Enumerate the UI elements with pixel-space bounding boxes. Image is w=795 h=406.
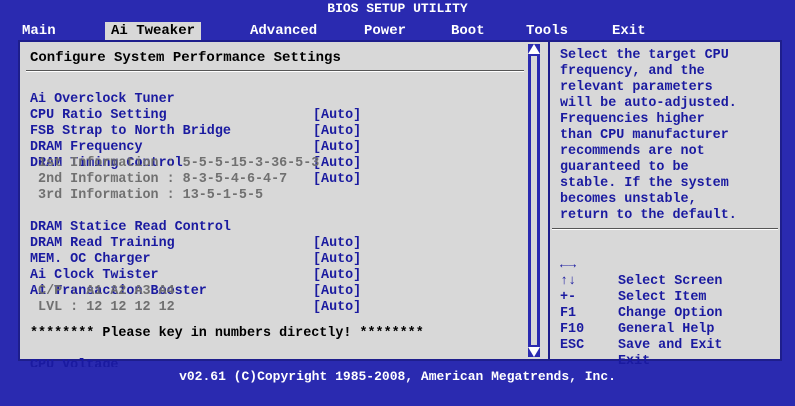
warning-message: ******** Please key in numbers directly!…: [30, 326, 424, 341]
window-title: BIOS SETUP UTILITY: [0, 0, 795, 18]
info-1st: 1st Information : 5-5-5-15-3-36-5-3: [30, 156, 320, 171]
key-legend-item: ↑↓ Select Item: [560, 258, 706, 305]
setting-mem-oc-charger[interactable]: MEM. OC Charger [Auto]: [30, 236, 361, 283]
menu-advanced[interactable]: Advanced: [250, 22, 317, 40]
copyright-footer: v02.61 (C)Copyright 1985-2008, American …: [0, 367, 795, 387]
key-desc: Change Option: [618, 306, 723, 321]
menu-tools[interactable]: Tools: [526, 22, 568, 40]
setting-value[interactable]: [Auto]: [313, 108, 361, 124]
key-label: ESC: [560, 338, 585, 353]
setting-dram-frequency[interactable]: DRAM Frequency [Auto]: [30, 124, 361, 171]
info-lvl: LVL : 12 12 12 12: [30, 300, 175, 315]
setting-value[interactable]: [Auto]: [313, 156, 361, 172]
setting-cpu-ratio[interactable]: CPU Ratio Setting [Auto]: [30, 92, 361, 139]
setting-dram-timing-control[interactable]: DRAM Timing Control [Auto]: [30, 140, 361, 187]
setting-fsb-strap[interactable]: FSB Strap to North Bridge [Auto]: [30, 108, 361, 155]
key-desc: Save and Exit: [618, 338, 723, 353]
setting-cpu-voltage[interactable]: CPU Voltage [Auto]: [30, 342, 361, 389]
settings-pane: Configure System Performance Settings Ai…: [20, 42, 528, 389]
setting-value[interactable]: [Auto]: [313, 284, 361, 300]
menu-exit[interactable]: Exit: [612, 22, 646, 40]
section-header: Configure System Performance Settings: [30, 50, 341, 66]
help-divider: [552, 228, 778, 230]
menu-main[interactable]: Main: [22, 22, 56, 40]
setting-ai-transaction-booster[interactable]: Ai Transaction Booster [Auto]: [30, 268, 361, 315]
header-divider: [26, 70, 524, 72]
scrollbar[interactable]: [528, 44, 540, 357]
setting-value[interactable]: [Auto]: [313, 300, 361, 316]
scroll-track[interactable]: [531, 56, 537, 345]
setting-value[interactable]: [Auto]: [313, 140, 361, 156]
info-2nd: 2nd Information : 8-3-5-4-6-4-7: [30, 172, 288, 187]
key-legend-item: +- Change Option: [560, 274, 722, 321]
setting-value[interactable]: [Auto]: [313, 172, 361, 188]
help-text: Select the target CPU frequency, and the…: [560, 48, 737, 223]
key-legend-item: ESC Exit: [560, 322, 650, 369]
help-pane: Select the target CPU frequency, and the…: [548, 42, 780, 369]
info-cp: C/P : A1 A2 A3 A4: [30, 284, 175, 299]
info-3rd: 3rd Information : 13-5-1-5-5: [30, 188, 264, 203]
setting-value[interactable]: [Auto]: [313, 268, 361, 284]
key-desc: Select Screen: [618, 274, 723, 289]
menu-bar: Main Ai Tweaker Advanced Power Boot Tool…: [0, 18, 795, 40]
menu-boot[interactable]: Boot: [451, 22, 485, 40]
setting-ai-overclock-tuner[interactable]: Ai Overclock Tuner [Auto]: [30, 76, 361, 123]
key-legend-item: F1 General Help: [560, 290, 714, 337]
menu-ai-tweaker[interactable]: Ai Tweaker: [105, 22, 202, 40]
setting-value[interactable]: [Auto]: [313, 124, 361, 140]
setting-dram-static-read[interactable]: DRAM Statice Read Control [Auto]: [30, 204, 361, 251]
setting-dram-read-training[interactable]: DRAM Read Training [Auto]: [30, 220, 361, 267]
key-legend-item: F10 Save and Exit: [560, 306, 722, 353]
key-desc: Select Item: [618, 290, 707, 305]
menu-power[interactable]: Power: [364, 22, 406, 40]
setting-ai-clock-twister[interactable]: Ai Clock Twister [Auto]: [30, 252, 361, 299]
key-legend-item: ←→ Select Screen: [560, 242, 722, 289]
scroll-down-arrow-icon[interactable]: [528, 347, 540, 357]
scroll-up-arrow-icon[interactable]: [528, 44, 540, 54]
setting-value[interactable]: [Auto]: [313, 252, 361, 268]
key-desc: General Help: [618, 322, 715, 337]
setting-value[interactable]: [Auto]: [313, 236, 361, 252]
